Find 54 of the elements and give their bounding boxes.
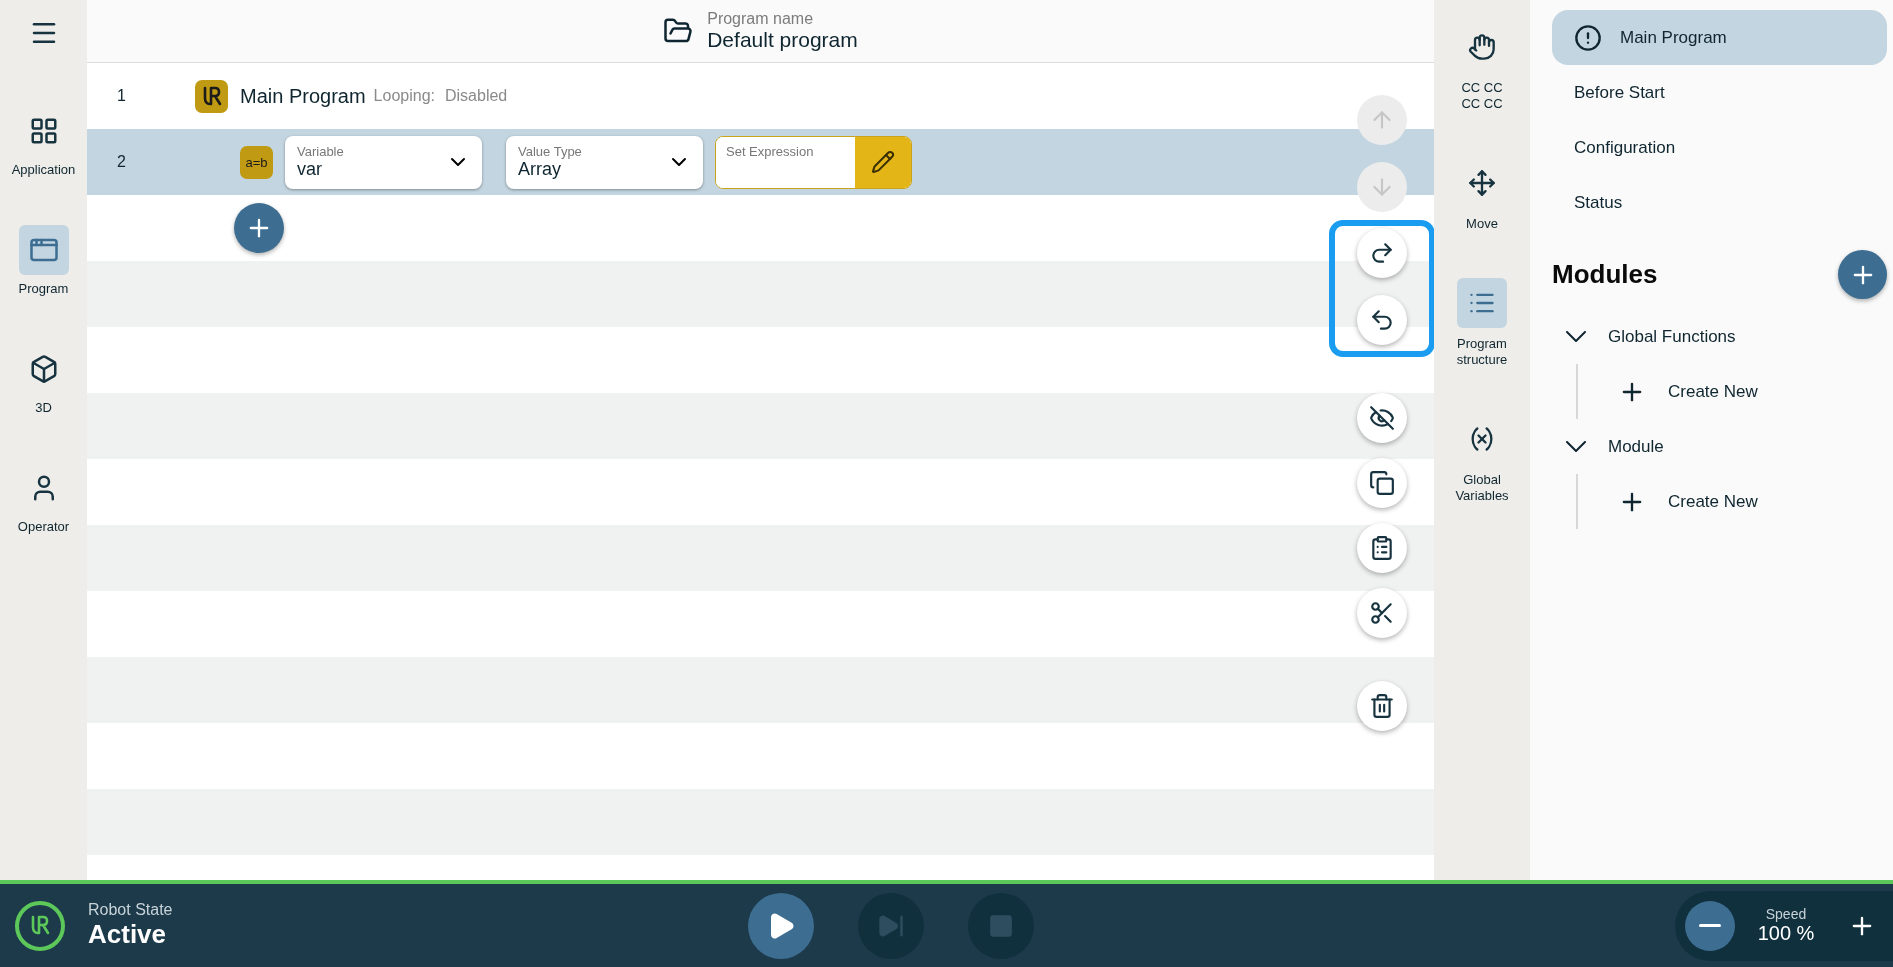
section-item[interactable]: Status xyxy=(1552,175,1887,230)
rail-item[interactable]: Move xyxy=(1442,158,1522,232)
nav-item[interactable]: Operator xyxy=(0,463,87,534)
module-group[interactable]: Module xyxy=(1552,419,1664,474)
minus-icon xyxy=(1699,924,1721,927)
add-module-button[interactable] xyxy=(1838,250,1887,299)
program-row[interactable]: 2 a=b Variable var Value Type Array Set Expression xyxy=(87,129,1434,195)
section-item[interactable]: Configuration xyxy=(1552,120,1887,175)
rail-item[interactable]: CC CC CC CC xyxy=(1442,22,1522,112)
assignment-badge: a=b xyxy=(240,145,273,179)
module-group[interactable]: Global Functions xyxy=(1552,309,1736,364)
create-new-item[interactable]: Create New xyxy=(1578,364,1758,419)
program-name-label: Program name xyxy=(707,10,815,28)
nav-item[interactable]: 3D xyxy=(0,344,87,415)
logo-icon xyxy=(14,899,66,952)
logo-icon xyxy=(195,79,228,113)
pencil-icon xyxy=(871,150,895,174)
looping-value: Disabled xyxy=(445,87,508,105)
variable-dropdown[interactable]: Variable var xyxy=(285,135,482,189)
trash-icon xyxy=(1369,693,1395,719)
node-title: Main Program xyxy=(240,84,366,108)
robot-state: Active xyxy=(88,919,168,950)
chevron-down-icon xyxy=(1566,331,1586,342)
create-new-item[interactable]: Create New xyxy=(1578,474,1758,529)
line-number: 2 xyxy=(116,153,127,171)
hand-icon xyxy=(1468,33,1496,61)
redo-icon xyxy=(1369,240,1395,266)
speed-value: 100 % xyxy=(1757,922,1815,945)
modules-heading: Modules xyxy=(1552,259,1658,290)
undo-icon xyxy=(1369,307,1395,333)
nav-item[interactable]: Program xyxy=(0,225,87,296)
program-name: Default program xyxy=(707,28,858,52)
section-item[interactable]: Main Program xyxy=(1552,10,1887,65)
robot-state-label: Robot State xyxy=(88,901,174,919)
copy-icon xyxy=(1369,470,1395,496)
rail-item[interactable]: Program structure xyxy=(1442,278,1522,368)
decrease-speed-button[interactable] xyxy=(1685,900,1735,951)
looping-label: Looping: xyxy=(373,87,435,105)
nav-item[interactable]: Application xyxy=(0,106,87,177)
rail-item[interactable]: Global Variables xyxy=(1442,414,1522,504)
chevron-down-icon xyxy=(1566,441,1586,452)
expression-field[interactable]: Set Expression xyxy=(715,135,912,189)
speed-label: Speed xyxy=(1765,906,1807,922)
add-node-button[interactable] xyxy=(234,203,284,253)
alert-icon xyxy=(1574,23,1602,52)
eye-off-icon xyxy=(1369,405,1395,431)
move-icon xyxy=(1468,169,1496,197)
section-item[interactable]: Before Start xyxy=(1552,65,1887,120)
scissors-icon xyxy=(1369,600,1395,626)
clipboard-icon xyxy=(1369,535,1395,561)
stop-icon xyxy=(988,912,1014,939)
edit-button[interactable] xyxy=(855,136,911,188)
line-number: 1 xyxy=(116,87,127,105)
value-type-dropdown[interactable]: Value Type Array xyxy=(506,135,703,189)
